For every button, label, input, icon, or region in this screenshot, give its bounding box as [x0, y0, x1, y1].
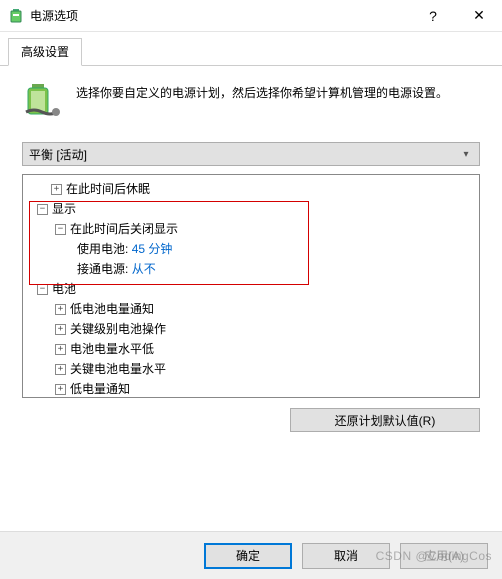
expand-icon[interactable]: + [55, 304, 66, 315]
restore-defaults-label: 还原计划默认值(R) [335, 412, 436, 429]
tree-item-critical-action[interactable]: + 关键级别电池操作 [23, 319, 479, 339]
tree-item-low-notify2[interactable]: + 低电量通知 [23, 379, 479, 398]
tree-item-sleep-after[interactable]: + 在此时间后休眠 [23, 179, 479, 199]
apply-label: 应用(A) [424, 547, 464, 564]
cancel-label: 取消 [334, 547, 358, 564]
ok-label: 确定 [236, 547, 260, 564]
plan-select[interactable]: 平衡 [活动] ▾ [22, 142, 480, 166]
restore-row: 还原计划默认值(R) [22, 408, 480, 432]
expand-icon[interactable]: + [55, 364, 66, 375]
collapse-icon[interactable]: − [37, 284, 48, 295]
expand-icon[interactable]: + [51, 184, 62, 195]
collapse-icon[interactable]: − [55, 224, 66, 235]
app-icon [8, 8, 24, 24]
plan-select-value: 平衡 [活动] [29, 146, 87, 163]
tree-item-low-level-notify[interactable]: + 低电池电量通知 [23, 299, 479, 319]
content-area: 选择你要自定义的电源计划，然后选择你希望计算机管理的电源设置。 平衡 [活动] … [0, 66, 502, 442]
tree-item-on-battery[interactable]: 使用电池: 45 分钟 [23, 239, 479, 259]
tree-item-low-level[interactable]: + 电池电量水平低 [23, 339, 479, 359]
restore-defaults-button[interactable]: 还原计划默认值(R) [290, 408, 480, 432]
tabstrip: 高级设置 [0, 32, 502, 66]
chevron-down-icon: ▾ [457, 143, 475, 165]
battery-plug-icon [22, 82, 62, 122]
tab-advanced-label: 高级设置 [21, 45, 69, 59]
help-icon: ? [429, 8, 437, 24]
tree-item-battery[interactable]: − 电池 [23, 279, 479, 299]
tree-item-turn-off-display[interactable]: − 在此时间后关闭显示 [23, 219, 479, 239]
collapse-icon[interactable]: − [37, 204, 48, 215]
tree-label: 低电池电量通知 [70, 299, 154, 319]
apply-button[interactable]: 应用(A) [400, 543, 488, 569]
tree-item-display[interactable]: − 显示 [23, 199, 479, 219]
ok-button[interactable]: 确定 [204, 543, 292, 569]
expand-icon[interactable]: + [55, 384, 66, 395]
tree-value[interactable]: 45 分钟 [132, 239, 173, 259]
tree-value[interactable]: 从不 [132, 259, 156, 279]
tree-item-plugged-in[interactable]: 接通电源: 从不 [23, 259, 479, 279]
tree-item-critical-level[interactable]: + 关键电池电量水平 [23, 359, 479, 379]
tree-label: 显示 [52, 199, 76, 219]
intro-text: 选择你要自定义的电源计划，然后选择你希望计算机管理的电源设置。 [76, 82, 448, 122]
settings-tree[interactable]: + 在此时间后休眠 − 显示 − 在此时间后关闭显示 使用电池: 45 分钟 接… [22, 174, 480, 398]
close-button[interactable]: ✕ [456, 0, 502, 32]
tree-label: 低电量通知 [70, 379, 130, 398]
expand-icon[interactable]: + [55, 324, 66, 335]
tree-label: 关键电池电量水平 [70, 359, 166, 379]
intro-block: 选择你要自定义的电源计划，然后选择你希望计算机管理的电源设置。 [22, 82, 480, 122]
tree-label: 在此时间后休眠 [66, 179, 150, 199]
titlebar: 电源选项 ? ✕ [0, 0, 502, 32]
tree-label: 电池 [52, 279, 76, 299]
tree-label: 关键级别电池操作 [70, 319, 166, 339]
tree-label: 接通电源: [77, 259, 128, 279]
cancel-button[interactable]: 取消 [302, 543, 390, 569]
tree-label: 电池电量水平低 [70, 339, 154, 359]
window-title: 电源选项 [30, 7, 410, 24]
footer: 确定 取消 应用(A) [0, 531, 502, 579]
tree-label: 使用电池: [77, 239, 128, 259]
expand-icon[interactable]: + [55, 344, 66, 355]
tab-advanced[interactable]: 高级设置 [8, 38, 82, 66]
close-icon: ✕ [473, 7, 485, 24]
tree-label: 在此时间后关闭显示 [70, 219, 178, 239]
help-button[interactable]: ? [410, 0, 456, 32]
